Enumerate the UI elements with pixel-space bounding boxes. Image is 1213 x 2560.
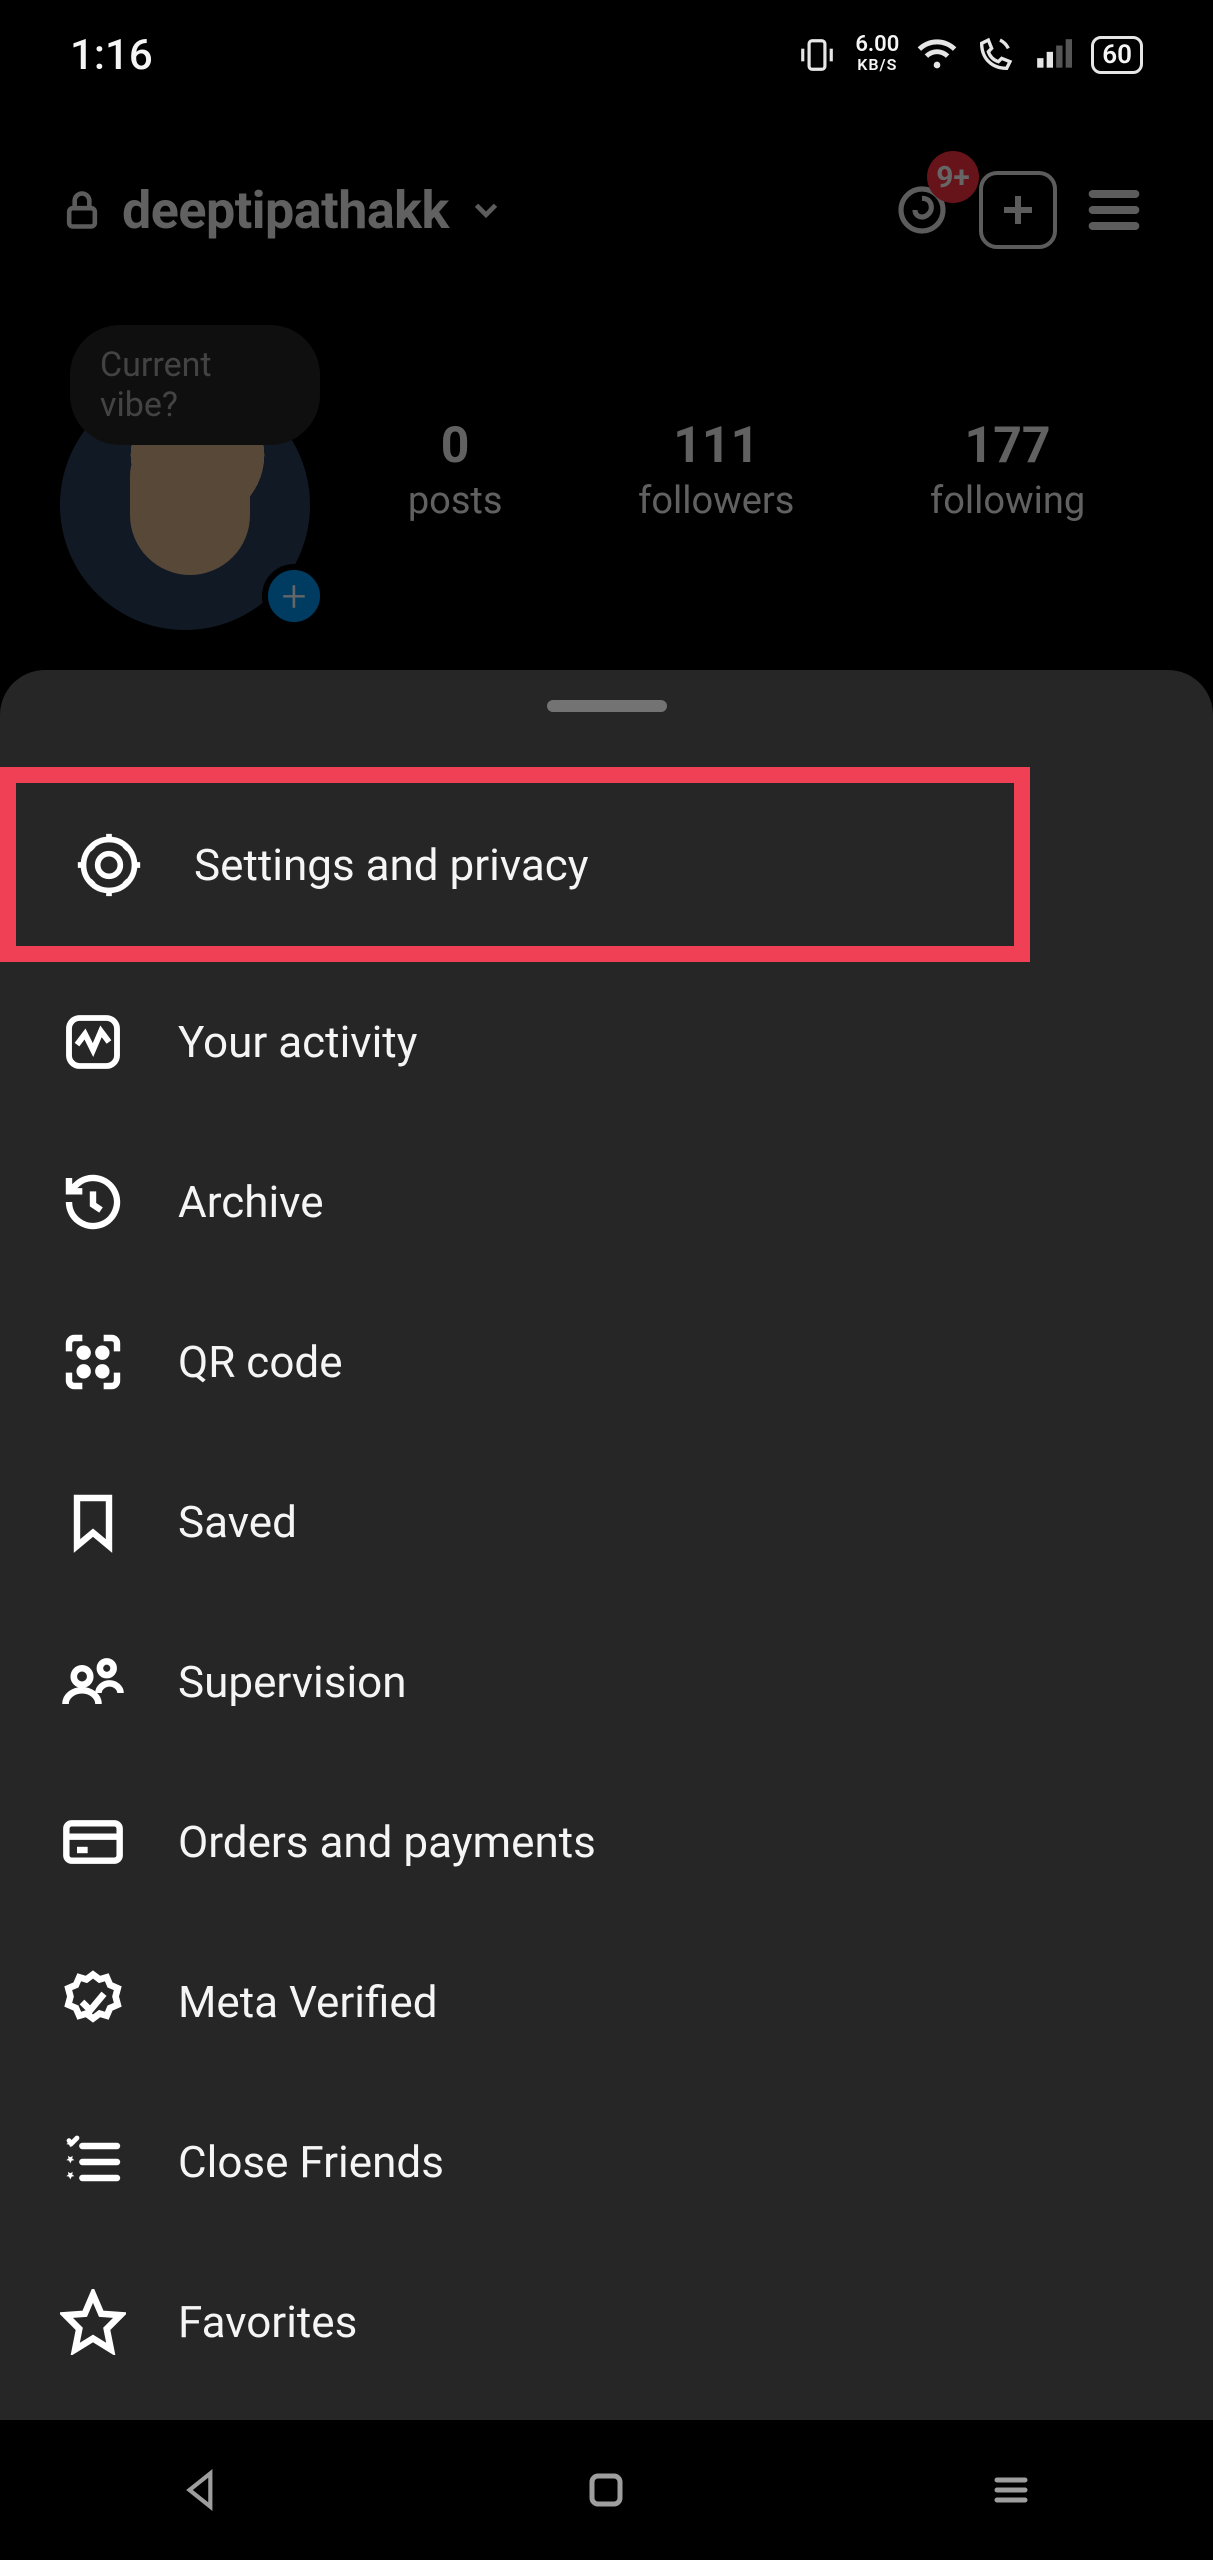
activity-icon xyxy=(58,1007,128,1077)
status-bar: 1:16 6.00 KB/S 60 xyxy=(0,0,1213,110)
menu-item-label: Meta Verified xyxy=(178,1976,438,2028)
vibrate-icon xyxy=(797,35,837,75)
verified-icon xyxy=(58,1967,128,2037)
menu-item-label: Orders and payments xyxy=(178,1816,596,1868)
card-icon xyxy=(58,1807,128,1877)
create-button[interactable] xyxy=(979,171,1057,249)
battery-indicator: 60 xyxy=(1091,36,1143,74)
threads-badge: 9+ xyxy=(927,151,979,203)
close-friends-icon xyxy=(58,2127,128,2197)
menu-item-favorites[interactable]: Favorites xyxy=(0,2242,1213,2402)
signal-icon xyxy=(1033,35,1073,75)
followers-stat[interactable]: 111 followers xyxy=(638,417,794,523)
following-stat[interactable]: 177 following xyxy=(930,417,1085,523)
menu-item-archive[interactable]: Archive xyxy=(0,1122,1213,1282)
supervision-icon xyxy=(58,1647,128,1717)
nav-back-button[interactable] xyxy=(122,2450,282,2530)
gear-icon xyxy=(74,830,144,900)
menu-item-label: Close Friends xyxy=(178,2136,444,2188)
menu-item-supervision[interactable]: Supervision xyxy=(0,1602,1213,1762)
status-time: 1:16 xyxy=(70,31,153,80)
username-switcher[interactable]: deeptipathakk xyxy=(122,180,449,241)
highlight-settings: Settings and privacy xyxy=(0,767,1030,962)
menu-item-label: Saved xyxy=(178,1496,297,1548)
menu-item-saved[interactable]: Saved xyxy=(0,1442,1213,1602)
chevron-down-icon xyxy=(467,191,505,229)
profile-screen: deeptipathakk 9+ Current vibe? + 0 xyxy=(0,110,1213,600)
menu-item-close-friends[interactable]: Close Friends xyxy=(0,2082,1213,2242)
menu-item-label: Archive xyxy=(178,1176,324,1228)
star-icon xyxy=(58,2287,128,2357)
menu-item-settings[interactable]: Settings and privacy xyxy=(16,783,1014,946)
menu-item-verified[interactable]: Meta Verified xyxy=(0,1922,1213,2082)
nav-recents-button[interactable] xyxy=(931,2450,1091,2530)
note-prompt[interactable]: Current vibe? xyxy=(70,325,320,445)
threads-button[interactable]: 9+ xyxy=(883,171,961,249)
add-story-button[interactable]: + xyxy=(262,564,326,628)
archive-icon xyxy=(58,1167,128,1237)
menu-item-label: Settings and privacy xyxy=(194,839,589,891)
menu-item-orders[interactable]: Orders and payments xyxy=(0,1762,1213,1922)
network-speed: 6.00 KB/S xyxy=(855,35,899,75)
wifi-icon xyxy=(917,35,957,75)
lock-icon xyxy=(60,188,104,232)
menu-item-label: Favorites xyxy=(178,2296,357,2348)
menu-item-activity[interactable]: Your activity xyxy=(0,962,1213,1122)
bookmark-icon xyxy=(58,1487,128,1557)
posts-stat[interactable]: 0 posts xyxy=(408,417,503,523)
hamburger-menu-button[interactable] xyxy=(1075,171,1153,249)
qr-icon xyxy=(58,1327,128,1397)
volte-icon xyxy=(975,35,1015,75)
nav-home-button[interactable] xyxy=(526,2450,686,2530)
system-nav-bar xyxy=(0,2420,1213,2560)
menu-item-label: Your activity xyxy=(178,1016,418,1068)
sheet-grabber[interactable] xyxy=(547,700,667,712)
menu-item-label: QR code xyxy=(178,1336,343,1388)
menu-item-qr[interactable]: QR code xyxy=(0,1282,1213,1442)
menu-item-label: Supervision xyxy=(178,1656,407,1708)
menu-bottom-sheet: Settings and privacy Your activity Archi… xyxy=(0,670,1213,2420)
